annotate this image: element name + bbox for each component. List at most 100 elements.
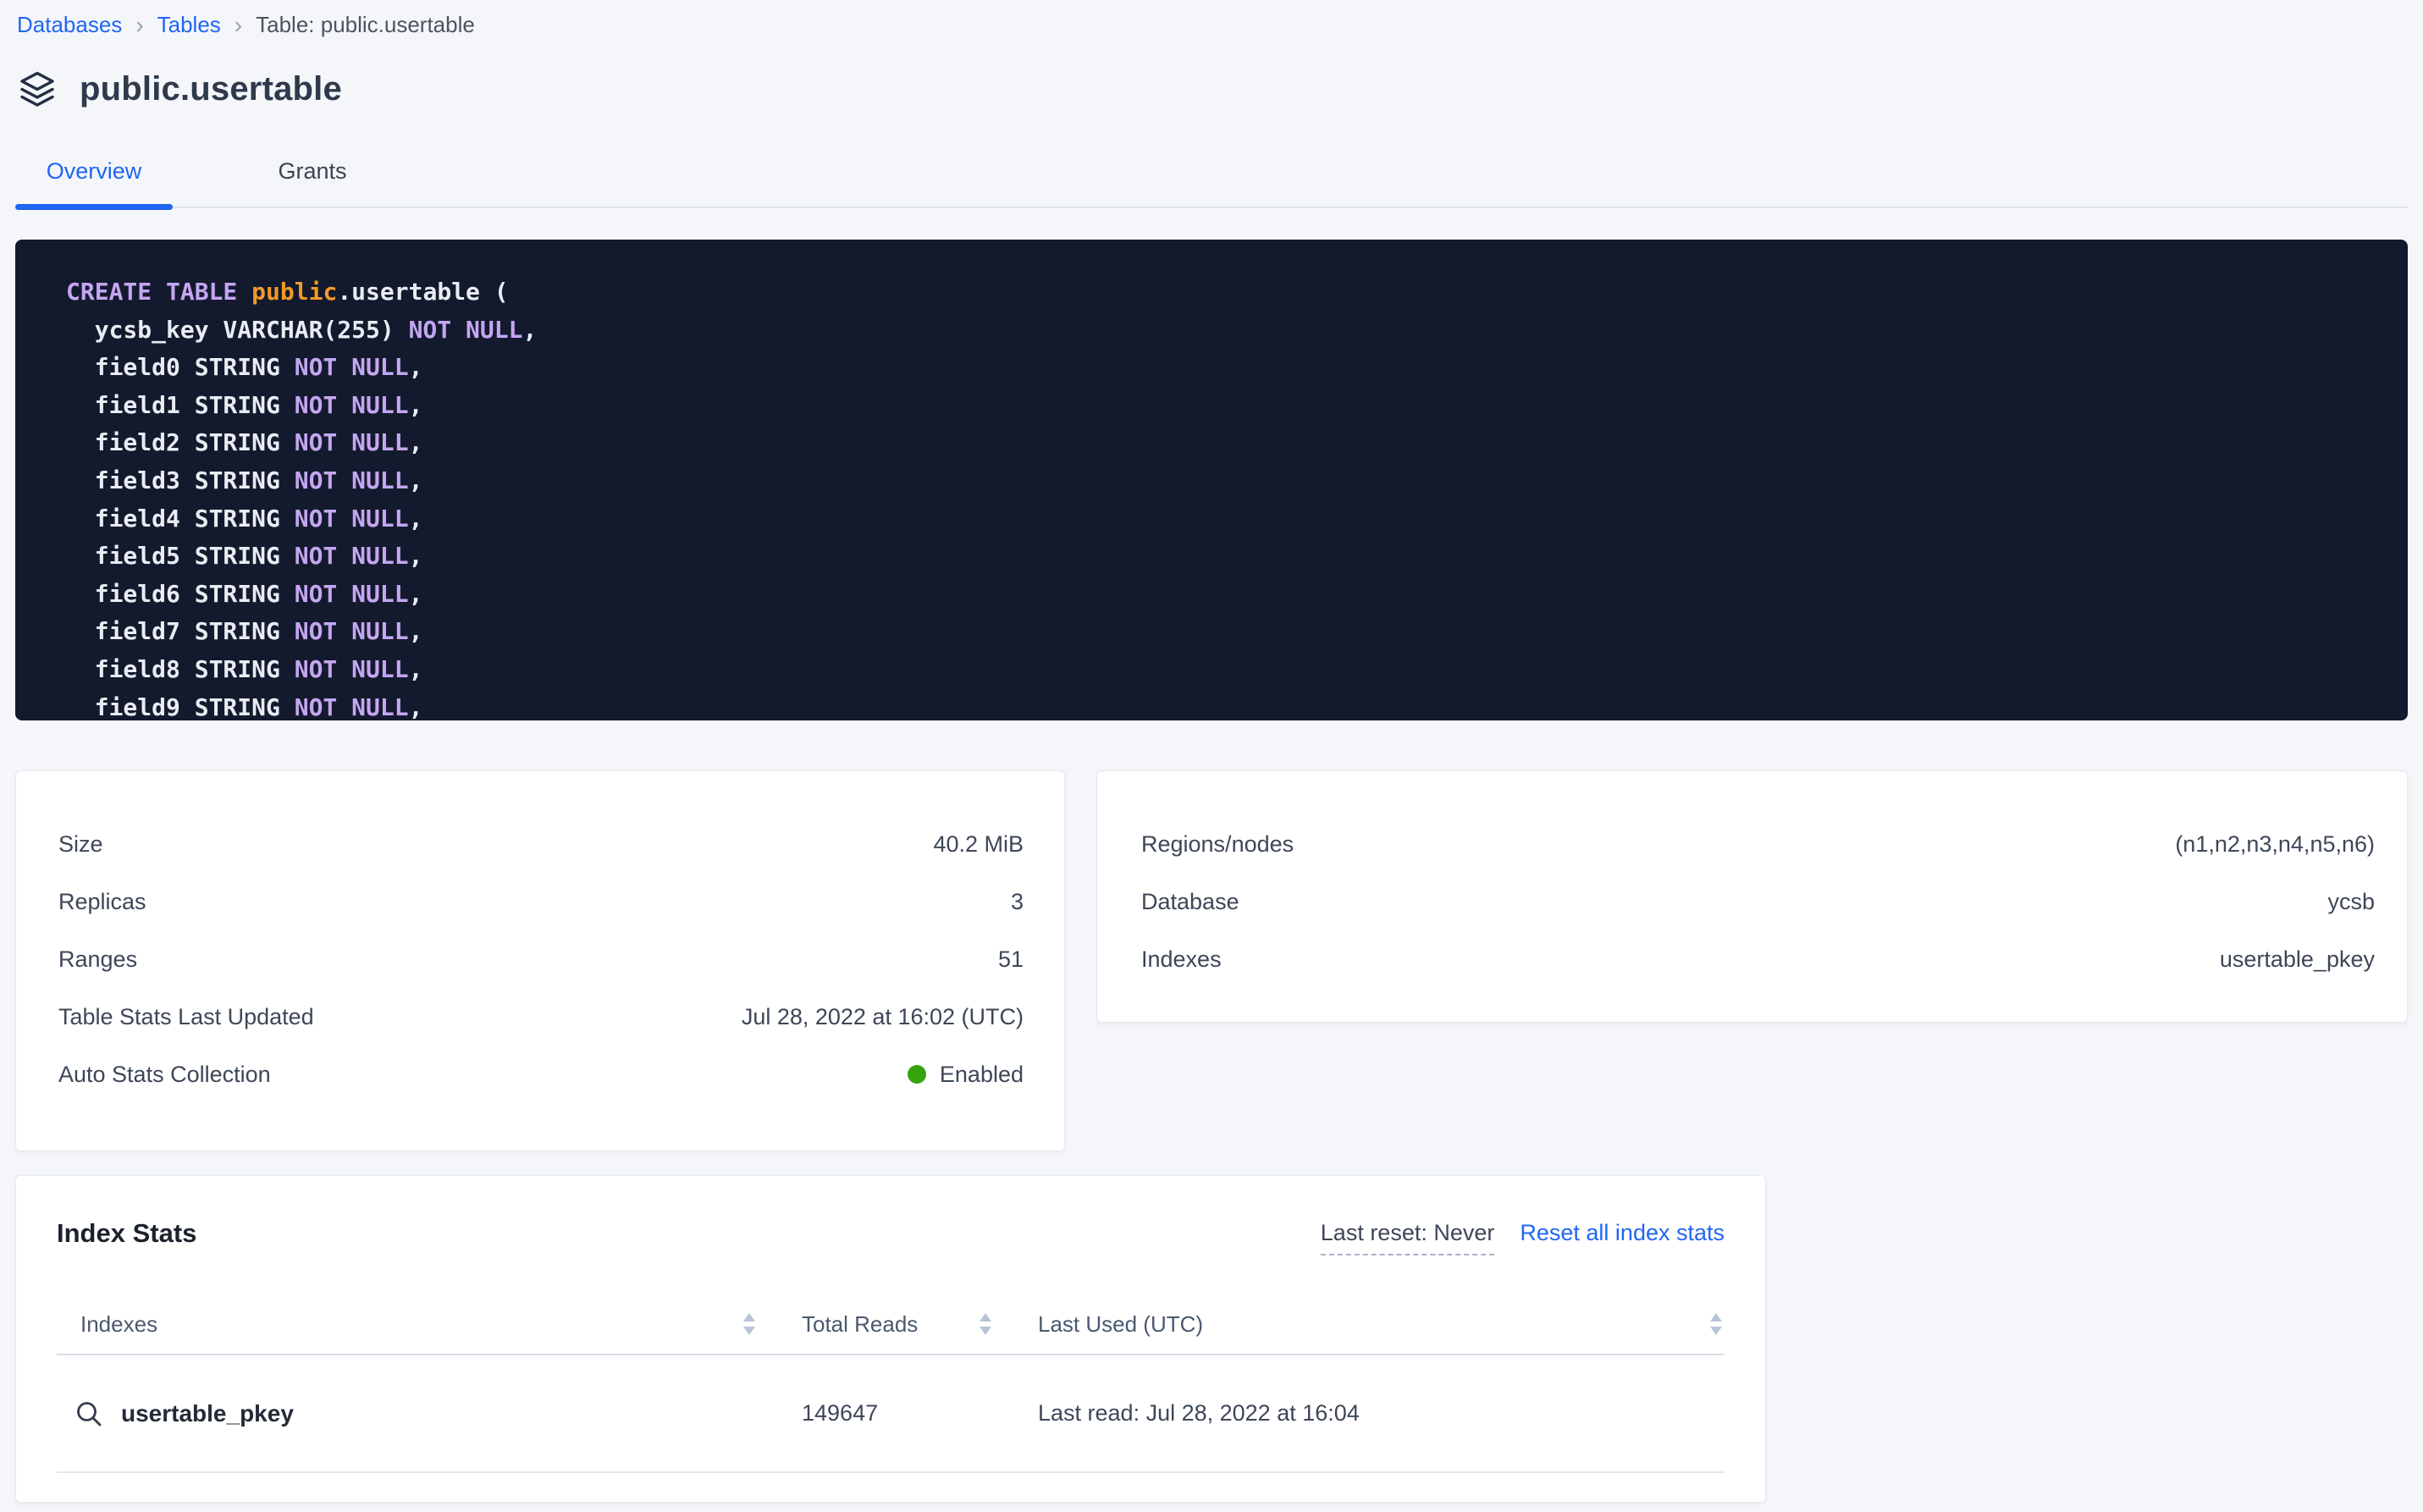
sql-token: , bbox=[409, 391, 423, 419]
detail-label: Database bbox=[1141, 889, 1239, 915]
sql-token: NOT NULL bbox=[295, 655, 409, 683]
sql-line: field0 STRING NOT NULL, bbox=[66, 349, 2408, 387]
index-table-header: Indexes Total Reads Last Used (UTC) bbox=[57, 1294, 1725, 1355]
sql-token: field9 STRING bbox=[66, 693, 295, 720]
sql-token: field2 STRING bbox=[66, 428, 295, 456]
detail-value-text: Enabled bbox=[940, 1062, 1024, 1088]
sql-token: , bbox=[409, 655, 423, 683]
detail-value-text: Jul 28, 2022 at 16:02 (UTC) bbox=[742, 1004, 1024, 1030]
sql-token bbox=[237, 278, 251, 306]
page-header: public.usertable bbox=[17, 69, 2423, 109]
column-header-total-reads-label: Total Reads bbox=[802, 1311, 918, 1338]
sort-icon[interactable] bbox=[741, 1311, 758, 1338]
page-title: public.usertable bbox=[80, 70, 342, 108]
breadcrumb-link-tables[interactable]: Tables bbox=[157, 12, 221, 38]
sql-token: , bbox=[409, 617, 423, 645]
sql-line: field3 STRING NOT NULL, bbox=[66, 462, 2408, 500]
sql-line: field5 STRING NOT NULL, bbox=[66, 538, 2408, 576]
detail-value: 51 bbox=[998, 946, 1024, 973]
column-header-total-reads[interactable]: Total Reads bbox=[802, 1311, 1038, 1338]
sql-token: NOT NULL bbox=[295, 466, 409, 494]
index-name-cell[interactable]: usertable_pkey bbox=[57, 1399, 802, 1429]
sql-line: field8 STRING NOT NULL, bbox=[66, 651, 2408, 689]
total-reads-cell: 149647 bbox=[802, 1400, 1038, 1426]
sql-token: field0 STRING bbox=[66, 353, 295, 381]
sort-icon[interactable] bbox=[977, 1311, 994, 1338]
sql-token: NOT NULL bbox=[295, 428, 409, 456]
sql-token: CREATE TABLE bbox=[66, 278, 237, 306]
detail-value: ycsb bbox=[2327, 889, 2375, 915]
sql-line: field1 STRING NOT NULL, bbox=[66, 387, 2408, 425]
detail-row: Table Stats Last Updated Jul 28, 2022 at … bbox=[58, 988, 1024, 1046]
sql-token: public bbox=[251, 278, 337, 306]
detail-label: Regions/nodes bbox=[1141, 831, 1294, 858]
detail-label: Table Stats Last Updated bbox=[58, 1004, 314, 1030]
column-header-indexes-label: Indexes bbox=[80, 1311, 157, 1338]
index-name: usertable_pkey bbox=[121, 1400, 294, 1427]
index-stats-actions: Last reset: Never Reset all index stats bbox=[1321, 1218, 1725, 1255]
table-details-page: Databases › Tables › Table: public.usert… bbox=[0, 0, 2423, 1512]
breadcrumb: Databases › Tables › Table: public.usert… bbox=[0, 0, 2423, 38]
summary-cards-row: Size40.2 MiBReplicas3Ranges51Table Stats… bbox=[15, 770, 2408, 1151]
tab-grants[interactable]: Grants bbox=[234, 148, 391, 207]
detail-row: Replicas3 bbox=[58, 873, 1024, 930]
sql-line: field7 STRING NOT NULL, bbox=[66, 613, 2408, 651]
detail-row: Indexes usertable_pkey bbox=[1141, 930, 2375, 988]
table-stats-card: Size40.2 MiBReplicas3Ranges51Table Stats… bbox=[15, 770, 1065, 1151]
index-table-body: usertable_pkey 149647 Last read: Jul 28, 2… bbox=[57, 1355, 1725, 1473]
sql-line: field6 STRING NOT NULL, bbox=[66, 576, 2408, 614]
column-header-last-used[interactable]: Last Used (UTC) bbox=[1038, 1311, 1725, 1338]
create-table-sql: CREATE TABLE public.usertable ( ycsb_key… bbox=[15, 240, 2408, 720]
layers-icon bbox=[17, 69, 58, 109]
detail-value: Jul 28, 2022 at 16:02 (UTC) bbox=[742, 1004, 1024, 1030]
sql-token: NOT NULL bbox=[295, 542, 409, 570]
detail-value-text: usertable_pkey bbox=[2220, 946, 2375, 973]
detail-row: Ranges51 bbox=[58, 930, 1024, 988]
detail-value: Enabled bbox=[908, 1062, 1024, 1088]
detail-row: Regions/nodes(n1,n2,n3,n4,n5,n6) bbox=[1141, 815, 2375, 873]
index-stats-card: Index Stats Last reset: Never Reset all … bbox=[15, 1175, 1766, 1503]
sort-icon[interactable] bbox=[1708, 1311, 1725, 1338]
sql-token: field1 STRING bbox=[66, 391, 295, 419]
table-meta-card: Regions/nodes(n1,n2,n3,n4,n5,n6)Database… bbox=[1096, 770, 2408, 1023]
reset-all-index-stats-link[interactable]: Reset all index stats bbox=[1520, 1220, 1725, 1246]
detail-label: Size bbox=[58, 831, 103, 858]
sql-token: , bbox=[522, 316, 537, 344]
index-stats-title: Index Stats bbox=[57, 1218, 196, 1249]
detail-value-text: 3 bbox=[1011, 889, 1024, 915]
column-header-indexes[interactable]: Indexes bbox=[57, 1311, 802, 1338]
sql-token: , bbox=[409, 542, 423, 570]
detail-row: Size 40.2 MiB bbox=[58, 815, 1024, 873]
detail-label: Indexes bbox=[1141, 946, 1222, 973]
sql-token: , bbox=[409, 428, 423, 456]
detail-value-text: 40.2 MiB bbox=[933, 831, 1024, 858]
total-reads-value: 149647 bbox=[802, 1400, 878, 1426]
sql-token: NOT NULL bbox=[295, 391, 409, 419]
sql-token: field3 STRING bbox=[66, 466, 295, 494]
sql-token: NOT NULL bbox=[295, 353, 409, 381]
sql-token: field6 STRING bbox=[66, 580, 295, 608]
detail-value: 3 bbox=[1011, 889, 1024, 915]
sql-line: field2 STRING NOT NULL, bbox=[66, 424, 2408, 462]
sql-token: , bbox=[409, 505, 423, 533]
sql-token: NOT NULL bbox=[409, 316, 523, 344]
last-used-cell: Last read: Jul 28, 2022 at 16:04 bbox=[1038, 1400, 1725, 1426]
detail-value-text: 51 bbox=[998, 946, 1024, 973]
magnifier-icon bbox=[74, 1399, 104, 1429]
detail-row: Auto Stats Collection Enabled bbox=[58, 1046, 1024, 1103]
index-stats-row: usertable_pkey 149647 Last read: Jul 28, 2… bbox=[57, 1355, 1725, 1473]
detail-value: 40.2 MiB bbox=[933, 831, 1024, 858]
detail-value: usertable_pkey bbox=[2220, 946, 2375, 973]
breadcrumb-current: Table: public.usertable bbox=[256, 12, 475, 38]
tab-overview[interactable]: Overview bbox=[15, 148, 173, 207]
detail-value-text: ycsb bbox=[2327, 889, 2375, 915]
breadcrumb-link-databases[interactable]: Databases bbox=[17, 12, 122, 38]
detail-label: Auto Stats Collection bbox=[58, 1062, 271, 1088]
sql-token: , bbox=[409, 353, 423, 381]
sql-token: field4 STRING bbox=[66, 505, 295, 533]
sql-token: field7 STRING bbox=[66, 617, 295, 645]
detail-row: Database ycsb bbox=[1141, 873, 2375, 930]
last-reset-label[interactable]: Last reset: Never bbox=[1321, 1220, 1495, 1255]
chevron-right-icon: › bbox=[135, 14, 143, 36]
status-dot-green bbox=[908, 1065, 926, 1084]
